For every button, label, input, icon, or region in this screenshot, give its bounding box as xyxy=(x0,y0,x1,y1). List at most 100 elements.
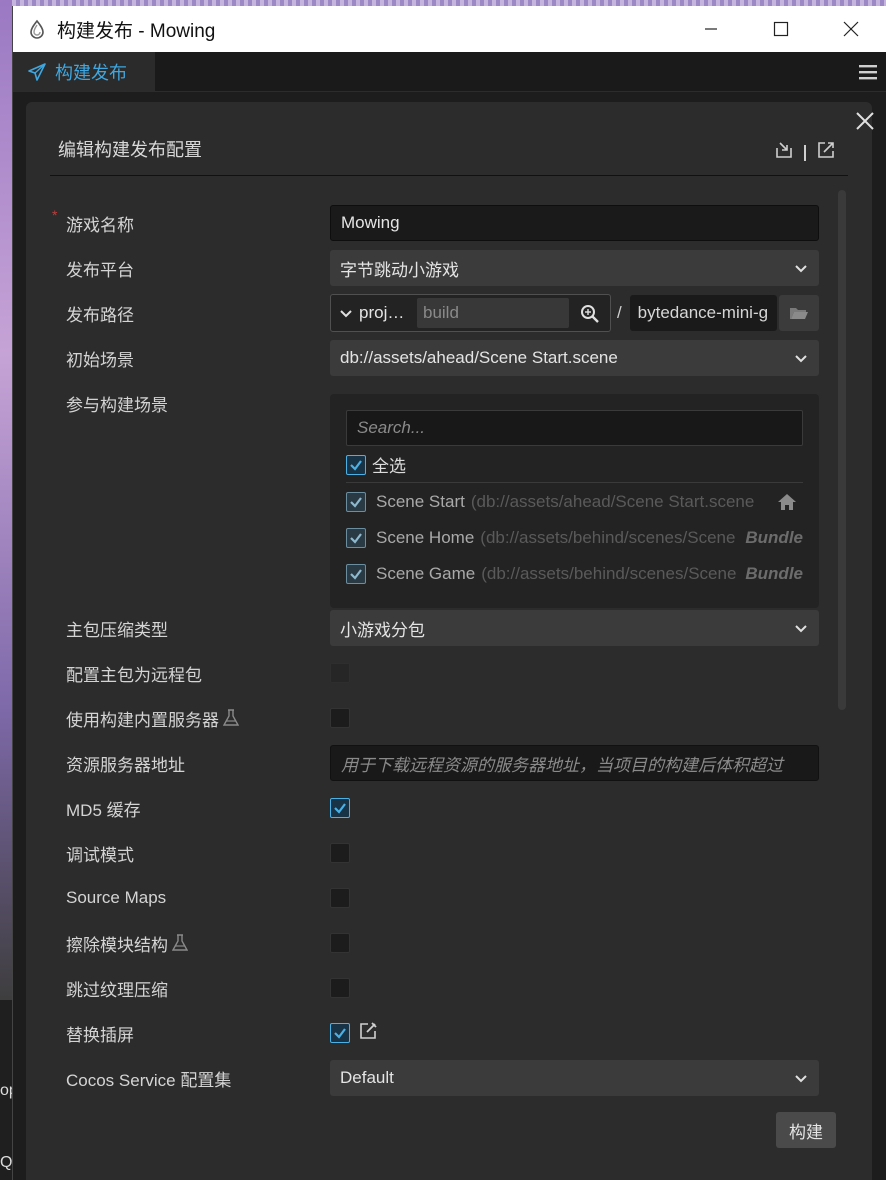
compress-type-value: 小游戏分包 xyxy=(340,620,425,640)
debug-checkbox[interactable] xyxy=(330,843,350,863)
app-logo-icon xyxy=(25,17,49,41)
row-debug: 调试模式 xyxy=(50,835,820,871)
checkmark-icon xyxy=(350,533,362,544)
scene-name: Scene Start xyxy=(376,492,465,511)
scene-path: (db://assets/ahead/Scene Start.scene xyxy=(470,492,755,511)
edit-icon[interactable] xyxy=(358,1021,378,1046)
chevron-down-icon xyxy=(795,265,807,273)
tab-build[interactable]: 构建发布 xyxy=(13,52,155,91)
scene-list-box: Search... 全选 Scene Start (db://assets/ah… xyxy=(330,394,819,608)
minimize-icon xyxy=(705,28,717,30)
skip-texture-label: 跳过纹理压缩 xyxy=(66,980,168,1000)
row-server-address: 资源服务器地址 用于下载远程资源的服务器地址，当项目的构建后体积超过 xyxy=(50,745,820,781)
scenes-label: 参与构建场景 xyxy=(66,395,168,415)
builtin-server-text: 使用构建内置服务器 xyxy=(66,710,219,730)
minimize-button[interactable] xyxy=(676,6,746,52)
bundle-tag: Bundle xyxy=(741,524,803,552)
scene-checkbox[interactable] xyxy=(346,492,366,512)
chevron-down-icon[interactable] xyxy=(339,306,353,320)
close-panel-button[interactable] xyxy=(852,108,878,134)
tab-bar: 构建发布 xyxy=(13,52,886,92)
platform-value: 字节跳动小游戏 xyxy=(340,260,459,280)
row-compress-type: 主包压缩类型 小游戏分包 xyxy=(50,610,820,646)
scene-checkbox[interactable] xyxy=(346,528,366,548)
row-start-scene: 初始场景 db://assets/ahead/Scene Start.scene xyxy=(50,340,820,376)
checkmark-icon xyxy=(350,569,362,580)
maximize-button[interactable] xyxy=(746,6,816,52)
folder-open-icon xyxy=(790,308,809,319)
tab-label: 构建发布 xyxy=(55,62,127,83)
replace-splash-checkbox[interactable] xyxy=(330,1023,350,1043)
row-remote-main: 配置主包为远程包 xyxy=(50,655,820,691)
home-icon xyxy=(773,488,803,516)
server-address-label: 资源服务器地址 xyxy=(66,755,185,775)
build-folder-value: bytedance-mini-g xyxy=(637,303,769,322)
build-path-label: 发布路径 xyxy=(66,305,134,325)
row-platform: 发布平台 字节跳动小游戏 xyxy=(50,250,820,286)
row-game-name: * 游戏名称 Mowing xyxy=(50,205,820,241)
md5-cache-label: MD5 缓存 xyxy=(66,800,141,820)
server-address-placeholder: 用于下载远程资源的服务器地址，当项目的构建后体积超过 xyxy=(341,755,783,775)
builtin-server-checkbox[interactable] xyxy=(330,708,350,728)
platform-select[interactable]: 字节跳动小游戏 xyxy=(330,250,819,286)
scene-checkbox[interactable] xyxy=(346,564,366,584)
close-icon xyxy=(856,112,874,130)
divider xyxy=(804,144,806,161)
game-name-input[interactable]: Mowing xyxy=(330,205,819,241)
start-scene-label: 初始场景 xyxy=(66,350,134,370)
row-md5-cache: MD5 缓存 xyxy=(50,790,820,826)
compress-type-select[interactable]: 小游戏分包 xyxy=(330,610,819,646)
flask-icon xyxy=(172,934,188,951)
maximize-icon xyxy=(773,21,789,37)
row-cocos-service: Cocos Service 配置集 Default xyxy=(50,1060,820,1096)
scene-item[interactable]: Scene Home (db://assets/behind/scenes/Sc… xyxy=(346,524,803,552)
path-separator: / xyxy=(616,303,622,322)
divider xyxy=(346,482,803,483)
scene-search-placeholder: Search... xyxy=(357,418,426,437)
select-all[interactable]: 全选 xyxy=(346,452,406,477)
panel-menu-button[interactable] xyxy=(850,52,886,91)
build-dir-placeholder: build xyxy=(423,303,459,322)
md5-cache-checkbox[interactable] xyxy=(330,798,350,818)
start-scene-select[interactable]: db://assets/ahead/Scene Start.scene xyxy=(330,340,819,376)
flask-icon xyxy=(223,709,239,726)
erase-modules-checkbox[interactable] xyxy=(330,933,350,953)
required-mark: * xyxy=(52,207,58,223)
export-icon[interactable] xyxy=(816,140,836,165)
scene-name: Scene Home xyxy=(376,528,475,547)
scene-item[interactable]: Scene Game (db://assets/behind/scenes/Sc… xyxy=(346,560,803,588)
source-maps-checkbox[interactable] xyxy=(330,888,350,908)
row-source-maps: Source Maps xyxy=(50,880,820,916)
build-folder-input[interactable]: bytedance-mini-g xyxy=(629,295,778,331)
checkmark-icon xyxy=(350,459,362,471)
select-all-checkbox[interactable] xyxy=(346,454,366,475)
chevron-down-icon xyxy=(795,1075,807,1083)
background-text: Q xyxy=(0,1154,13,1171)
row-erase-modules: 擦除模块结构 xyxy=(50,925,820,961)
cocos-service-select[interactable]: Default xyxy=(330,1060,819,1096)
builtin-server-label: 使用构建内置服务器 xyxy=(66,706,239,731)
scene-search-input[interactable]: Search... xyxy=(346,410,803,446)
row-skip-texture: 跳过纹理压缩 xyxy=(50,970,820,1006)
close-window-button[interactable] xyxy=(816,6,886,52)
search-icon[interactable] xyxy=(580,304,600,329)
erase-modules-label: 擦除模块结构 xyxy=(66,931,188,956)
bundle-tag: Bundle xyxy=(741,560,803,588)
import-icon[interactable] xyxy=(774,140,794,165)
select-all-label: 全选 xyxy=(372,457,406,476)
path-prefix[interactable]: proj… xyxy=(359,303,413,323)
hamburger-icon xyxy=(859,64,877,79)
remote-main-label: 配置主包为远程包 xyxy=(66,665,202,685)
build-button[interactable]: 构建 xyxy=(776,1112,836,1148)
compress-type-label: 主包压缩类型 xyxy=(66,620,168,640)
scene-item[interactable]: Scene Start (db://assets/ahead/Scene Sta… xyxy=(346,488,803,516)
cocos-service-value: Default xyxy=(340,1068,394,1087)
scrollbar[interactable] xyxy=(838,190,846,710)
build-dir-input[interactable]: build xyxy=(417,298,569,328)
panel-header: 编辑构建发布配置 xyxy=(50,126,848,176)
skip-texture-checkbox[interactable] xyxy=(330,978,350,998)
open-folder-button[interactable] xyxy=(779,295,819,331)
remote-main-checkbox[interactable] xyxy=(330,663,350,683)
server-address-input[interactable]: 用于下载远程资源的服务器地址，当项目的构建后体积超过 xyxy=(330,745,819,781)
cocos-service-label: Cocos Service 配置集 xyxy=(66,1070,232,1090)
